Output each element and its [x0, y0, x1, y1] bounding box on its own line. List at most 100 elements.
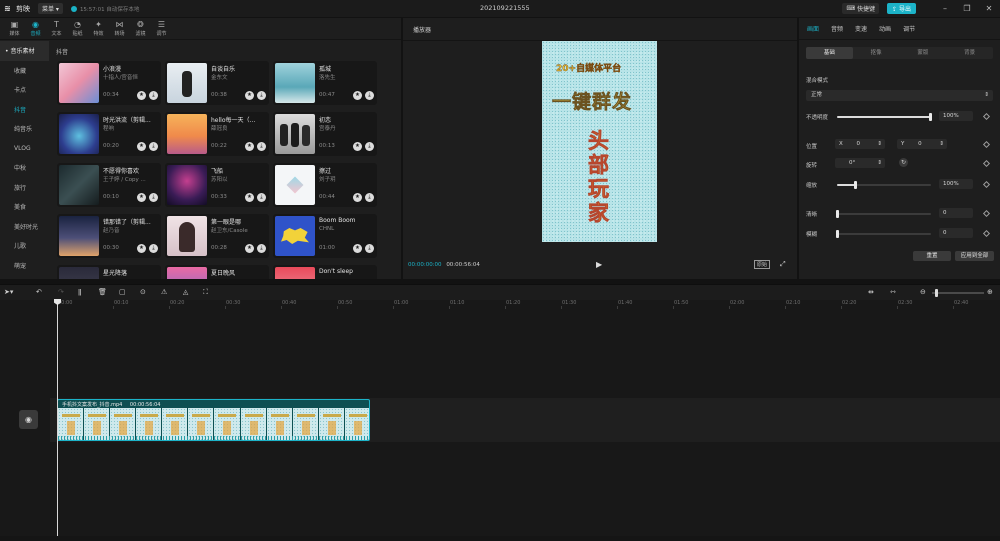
menu-button[interactable]: 菜单 ▾	[38, 3, 63, 14]
favorite-star-icon[interactable]: ★	[245, 193, 254, 202]
opacity-slider[interactable]	[837, 113, 932, 121]
tool-adjust[interactable]: ☰ 调节	[151, 20, 172, 39]
rotate-dial-icon[interactable]: ↻	[899, 158, 908, 167]
download-icon[interactable]: ⤓	[257, 244, 266, 253]
sidebar-item-travel[interactable]: 旅行	[0, 178, 49, 198]
fullscreen-icon[interactable]: ⤢	[780, 260, 786, 269]
favorite-star-icon[interactable]: ★	[245, 91, 254, 100]
download-icon[interactable]: ⤓	[257, 91, 266, 100]
blur-slider-handle[interactable]	[836, 230, 839, 238]
tool-transition[interactable]: ⋈ 转场	[109, 20, 130, 39]
tool-text[interactable]: T 文本	[46, 20, 67, 39]
song-card[interactable]: 初恋 宫泰丹 00:13 ★ ⤓	[273, 112, 377, 156]
favorite-star-icon[interactable]: ★	[353, 142, 362, 151]
song-card[interactable]: 擦过 刘子玥 00:44 ★ ⤓	[273, 163, 377, 207]
apply-to-all-button[interactable]: 应用到全部	[955, 251, 994, 261]
export-button[interactable]: ⇪ 导出	[887, 3, 916, 14]
zoom-slider-handle[interactable]	[935, 289, 938, 297]
undo-icon[interactable]: ↶	[36, 288, 42, 296]
download-icon[interactable]: ⤓	[365, 142, 374, 151]
song-card[interactable]: 第一眼是哪 赵卫东/Casole 00:28 ★ ⤓	[165, 214, 269, 258]
favorite-star-icon[interactable]: ★	[137, 193, 146, 202]
keyframe-icon[interactable]	[982, 112, 991, 121]
blend-mode-select[interactable]: 正常 ⇕	[806, 90, 993, 101]
tool-effect[interactable]: ✦ 特效	[88, 20, 109, 39]
track-cover-icon[interactable]: ◉	[19, 410, 38, 429]
download-icon[interactable]: ⤓	[257, 193, 266, 202]
download-icon[interactable]: ⤓	[257, 142, 266, 151]
clarity-slider[interactable]	[836, 210, 931, 218]
scale-value[interactable]: 100%	[939, 179, 973, 189]
scale-slider[interactable]	[837, 181, 931, 189]
zoom-in-icon[interactable]: ⊕	[987, 288, 993, 296]
favorite-star-icon[interactable]: ★	[245, 142, 254, 151]
keyframe-icon[interactable]	[982, 159, 991, 168]
tab-animation[interactable]: 动画	[879, 24, 891, 33]
sidebar-item-music-material[interactable]: • 音乐素材	[0, 41, 49, 61]
sidebar-item-beat[interactable]: 卡点	[0, 80, 49, 100]
favorite-star-icon[interactable]: ★	[137, 244, 146, 253]
position-y-field[interactable]: Y 0 ⇕	[897, 139, 947, 149]
select-cursor-icon[interactable]: ➤▾	[4, 288, 13, 296]
subtab-basic[interactable]: 基础	[806, 47, 853, 59]
tab-picture[interactable]: 画面	[807, 24, 819, 33]
clarity-slider-handle[interactable]	[836, 210, 839, 218]
redo-icon[interactable]: ↷	[58, 288, 64, 296]
subtab-mask[interactable]: 蒙版	[900, 47, 947, 59]
rotate-icon[interactable]: ◬	[183, 288, 188, 296]
sidebar-item-kids-songs[interactable]: 儿歌	[0, 236, 49, 256]
maximize-icon[interactable]: ❐	[956, 4, 978, 13]
blur-value[interactable]: 0	[939, 228, 973, 238]
timeline-ruler[interactable]: 00:00 00:10 00:20 00:30 00:40 00:50 01:00 01:10…	[0, 300, 1000, 309]
download-icon[interactable]: ⤓	[365, 193, 374, 202]
download-icon[interactable]: ⤓	[149, 244, 158, 253]
sidebar-item-food[interactable]: 美食	[0, 197, 49, 217]
magnet-snap-icon[interactable]: ⇹	[868, 288, 874, 296]
clarity-value[interactable]: 0	[939, 208, 973, 218]
download-icon[interactable]: ⤓	[149, 91, 158, 100]
preview-canvas[interactable]: 20+自媒体平台 一键群发 头 部 玩 家	[542, 41, 657, 242]
reverse-icon[interactable]: ⊙	[140, 288, 146, 296]
video-clip[interactable]: 手机抖文案发布_抖音.mp4 00:00:56:04	[57, 399, 370, 441]
sidebar-item-pure-music[interactable]: 纯音乐	[0, 119, 49, 139]
tool-media[interactable]: ▣ 媒体	[4, 20, 25, 39]
opacity-slider-handle[interactable]	[929, 113, 932, 121]
subtab-background[interactable]: 背景	[946, 47, 993, 59]
song-card[interactable]: Don't sleep	[273, 265, 377, 279]
keyframe-icon[interactable]	[982, 229, 991, 238]
mirror-icon[interactable]: ⚠	[161, 288, 167, 296]
split-icon[interactable]: ǁ	[78, 288, 81, 296]
tool-audio[interactable]: ◉ 音频	[25, 20, 46, 39]
favorite-star-icon[interactable]: ★	[353, 193, 362, 202]
song-card[interactable]: 时光洪流（剪辑... 程响 00:20 ★ ⤓	[57, 112, 161, 156]
stepper-icon[interactable]: ⇕	[877, 139, 882, 149]
zoom-out-icon[interactable]: ⊖	[920, 288, 926, 296]
sidebar-item-good-times[interactable]: 美好时光	[0, 217, 49, 237]
tab-speed[interactable]: 变速	[855, 24, 867, 33]
subtab-cutout[interactable]: 抠像	[853, 47, 900, 59]
favorite-star-icon[interactable]: ★	[353, 244, 362, 253]
song-card[interactable]: Boom Boom CHNL 01:00 ★ ⤓	[273, 214, 377, 258]
sidebar-item-vlog[interactable]: VLOG	[0, 139, 49, 159]
stepper-icon[interactable]: ⇕	[877, 158, 882, 168]
song-card[interactable]: 飞船 苏阳以 00:33 ★ ⤓	[165, 163, 269, 207]
playhead[interactable]	[57, 299, 58, 541]
blur-slider[interactable]	[836, 230, 931, 238]
tool-sticker[interactable]: ◔ 贴纸	[67, 20, 88, 39]
close-icon[interactable]: ✕	[978, 4, 1000, 13]
keyframe-icon[interactable]	[982, 140, 991, 149]
aspect-ratio-button[interactable]: 原始	[754, 260, 771, 269]
favorite-star-icon[interactable]: ★	[137, 91, 146, 100]
sidebar-item-mid-autumn[interactable]: 中秋	[0, 158, 49, 178]
song-card[interactable]: 孤城 洛先生 00:47 ★ ⤓	[273, 61, 377, 105]
favorite-star-icon[interactable]: ★	[137, 142, 146, 151]
song-card[interactable]: 错那错了（剪辑... 赵乃音 00:30 ★ ⤓	[57, 214, 161, 258]
song-card[interactable]: 不愿得你喜欢 王子婷 / Copy ... 00:10 ★ ⤓	[57, 163, 161, 207]
favorite-star-icon[interactable]: ★	[245, 244, 254, 253]
scale-slider-handle[interactable]	[854, 181, 857, 189]
song-card[interactable]: 自谈自乐 金东文 00:38 ★ ⤓	[165, 61, 269, 105]
download-icon[interactable]: ⤓	[149, 142, 158, 151]
delete-icon[interactable]: 🗑	[98, 288, 107, 296]
download-icon[interactable]: ⤓	[365, 91, 374, 100]
tab-audio[interactable]: 音频	[831, 24, 843, 33]
